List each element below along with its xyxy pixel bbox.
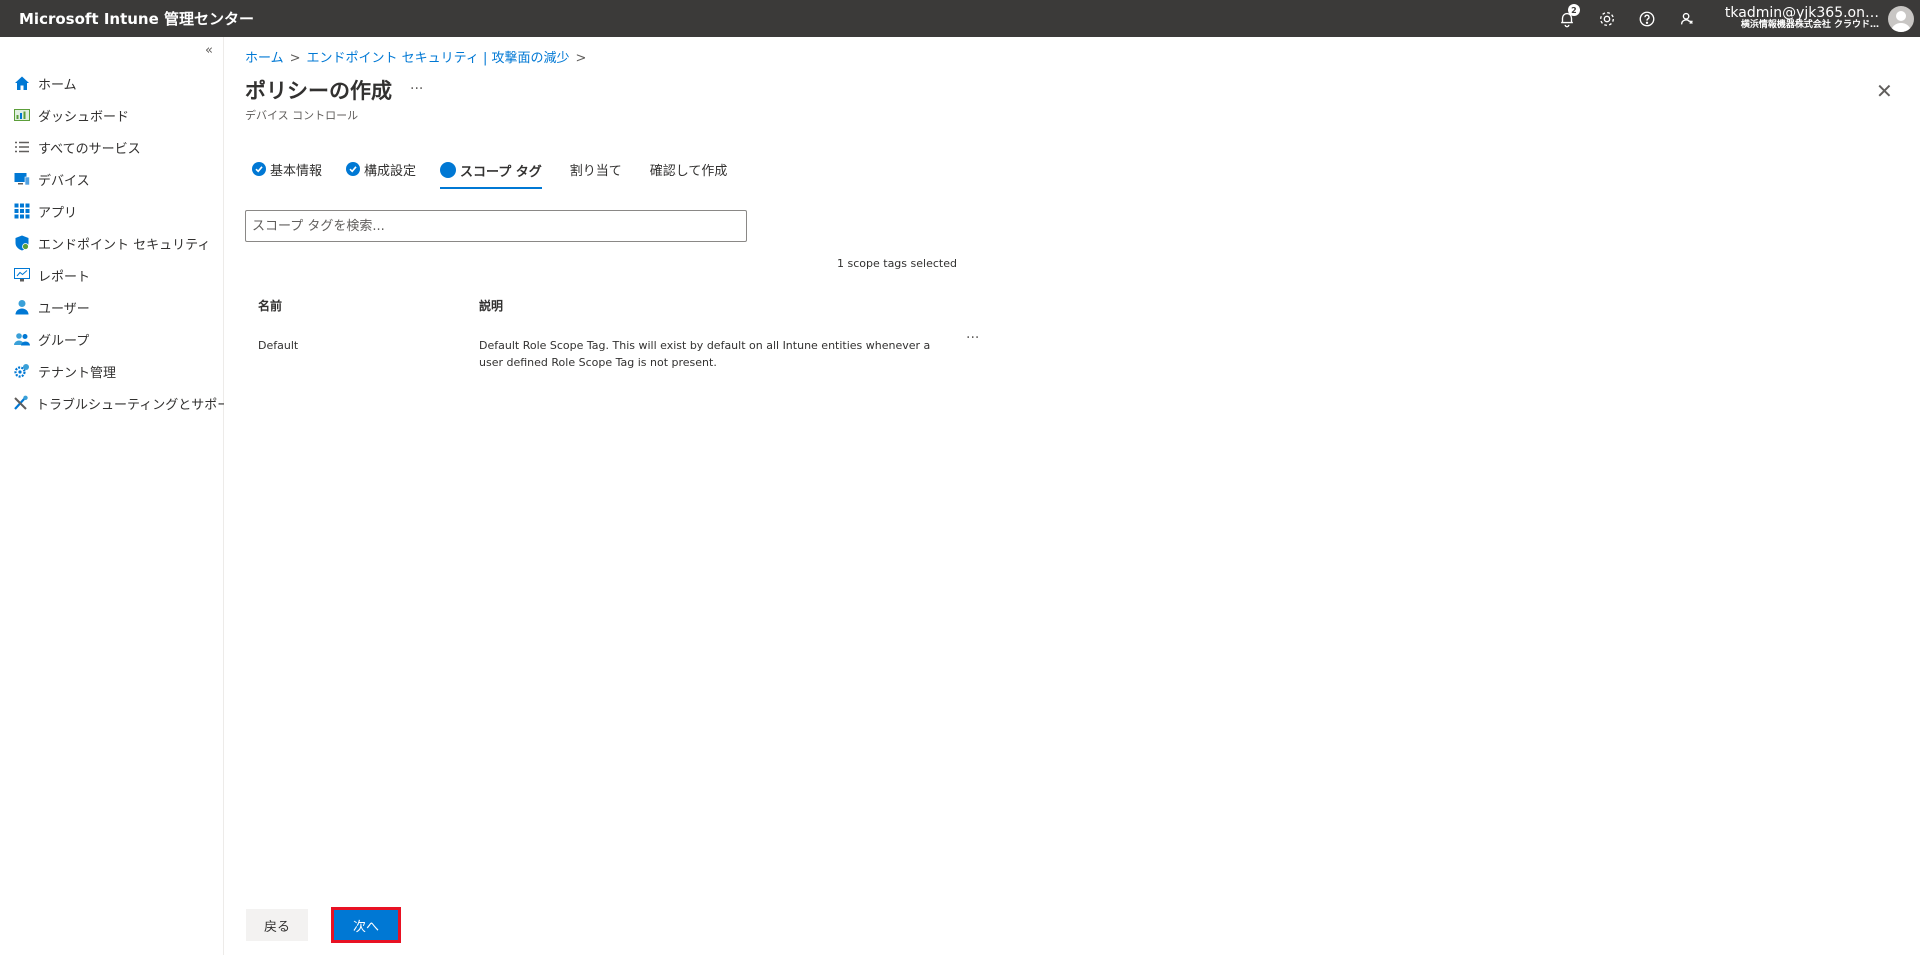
more-options-button[interactable]: ··· [410, 81, 423, 97]
feedback-button[interactable] [1667, 0, 1707, 37]
account-info[interactable]: tkadmin@yjk365.on… 横浜情報機器株式会社 クラウド… [1724, 4, 1879, 31]
sidebar-item-tenant-admin[interactable]: テナント管理 [0, 355, 224, 387]
sidebar-item-all-services[interactable]: すべてのサービス [0, 131, 224, 163]
row-name: Default [258, 339, 299, 352]
notifications-button[interactable]: 2 [1547, 0, 1587, 37]
sidebar-item-label: トラブルシューティングとサポート [36, 397, 244, 413]
step-label: スコープ タグ [460, 164, 542, 180]
sidebar-item-troubleshooting[interactable]: トラブルシューティングとサポート [0, 387, 243, 419]
sidebar-item-label: ダッシュボード [38, 109, 130, 125]
sidebar-item-label: エンドポイント セキュリティ [38, 237, 211, 253]
tools-icon [13, 394, 29, 412]
column-header-description[interactable]: 説明 [479, 297, 503, 314]
gear-icon [1599, 11, 1614, 26]
step-label: 構成設定 [364, 163, 417, 179]
sidebar-item-label: アプリ [38, 205, 78, 221]
sidebar-item-endpoint-security[interactable]: エンドポイント セキュリティ [0, 227, 224, 259]
top-right-actions: 2 tkadmin@yjk365.on… 横浜情報機器株式会社 クラウド… [1547, 0, 1920, 37]
dashboard-icon [13, 106, 31, 124]
tenant-gear-icon [13, 362, 31, 380]
breadcrumb: ホーム > エンドポイント セキュリティ | 攻撃面の減少 > [245, 47, 592, 66]
sidebar-item-devices[interactable]: デバイス [0, 163, 224, 195]
collapse-sidebar-button[interactable]: « [205, 43, 213, 58]
apps-grid-icon [13, 202, 31, 220]
wizard-steps: 基本情報 構成設定 スコープ タグ 割り当て 確認して作成 [252, 153, 751, 193]
help-icon [1639, 11, 1655, 26]
help-button[interactable] [1627, 0, 1667, 37]
back-button[interactable]: 戻る [246, 909, 308, 941]
sidebar-item-label: ホーム [38, 77, 77, 93]
row-description-line: Default Role Scope Tag. This will exist … [479, 339, 931, 352]
next-button[interactable]: 次へ [331, 907, 401, 943]
settings-button[interactable] [1587, 0, 1627, 37]
group-icon [13, 330, 31, 348]
sidebar-item-dashboard[interactable]: ダッシュボード [0, 99, 224, 131]
breadcrumb-separator: > [289, 51, 301, 66]
close-button[interactable]: ✕ [1876, 79, 1893, 103]
scope-tag-search-input[interactable] [245, 210, 747, 242]
column-header-name[interactable]: 名前 [258, 297, 282, 314]
sidebar-item-label: ユーザー [38, 301, 90, 317]
shield-icon [13, 234, 31, 252]
step-basics[interactable]: 基本情報 [252, 153, 322, 185]
notification-badge: 2 [1567, 4, 1580, 16]
row-description-line: user defined Role Scope Tag is not prese… [479, 356, 717, 369]
main-panel: ホーム > エンドポイント セキュリティ | 攻撃面の減少 > ポリシーの作成 ···… [224, 37, 1920, 955]
row-more-button[interactable]: ··· [966, 330, 979, 346]
step-scope-tags[interactable]: スコープ タグ [440, 153, 542, 189]
step-label: 割り当て [569, 163, 622, 179]
step-label: 基本情報 [270, 163, 323, 179]
sidebar-item-home[interactable]: ホーム [0, 67, 224, 99]
sidebar-nav: ホーム ダッシュボード すべてのサービス デバイス アプリ エンドポイント セキ… [0, 67, 243, 419]
step-label: 確認して作成 [649, 163, 728, 179]
check-circle-icon [346, 162, 361, 176]
breadcrumb-section[interactable]: エンドポイント セキュリティ | 攻撃面の減少 [307, 51, 570, 66]
sidebar-item-label: テナント管理 [38, 365, 117, 381]
breadcrumb-separator: > [575, 51, 587, 66]
sidebar-item-users[interactable]: ユーザー [0, 291, 224, 323]
check-circle-icon [252, 162, 266, 176]
avatar[interactable] [1888, 5, 1914, 32]
step-configuration[interactable]: 構成設定 [346, 153, 416, 185]
avatar-person-icon [1891, 10, 1911, 32]
device-icon [13, 170, 31, 188]
list-icon [13, 138, 31, 156]
user-icon [13, 298, 31, 316]
selection-count: 1 scope tags selected [837, 257, 957, 270]
sidebar-item-label: すべてのサービス [38, 141, 141, 157]
sidebar-item-label: レポート [38, 269, 91, 285]
sidebar: « ホーム ダッシュボード すべてのサービス デバイス アプリ エンドポイント … [0, 37, 243, 955]
account-name: tkadmin@yjk365.on… [1724, 4, 1879, 21]
sidebar-item-groups[interactable]: グループ [0, 323, 224, 355]
report-icon [13, 266, 31, 284]
sidebar-item-apps[interactable]: アプリ [0, 195, 224, 227]
page-title: ポリシーの作成 [245, 79, 392, 103]
top-bar: Microsoft Intune 管理センター 2 tkadmin@yjk365… [0, 0, 1920, 37]
sidebar-item-reports[interactable]: レポート [0, 259, 224, 291]
sidebar-item-label: デバイス [38, 173, 90, 189]
app-title[interactable]: Microsoft Intune 管理センター [0, 8, 254, 29]
step-review-create[interactable]: 確認して作成 [646, 153, 728, 185]
feedback-icon [1680, 12, 1693, 25]
sidebar-item-label: グループ [38, 333, 90, 349]
home-icon [13, 74, 31, 92]
breadcrumb-home[interactable]: ホーム [245, 51, 284, 66]
row-description: Default Role Scope Tag. This will exist … [479, 337, 959, 371]
account-org: 横浜情報機器株式会社 クラウド… [1740, 20, 1879, 31]
page-subtitle: デバイス コントロール [245, 109, 359, 122]
current-step-icon [440, 162, 457, 178]
step-assignments[interactable]: 割り当て [566, 153, 622, 185]
